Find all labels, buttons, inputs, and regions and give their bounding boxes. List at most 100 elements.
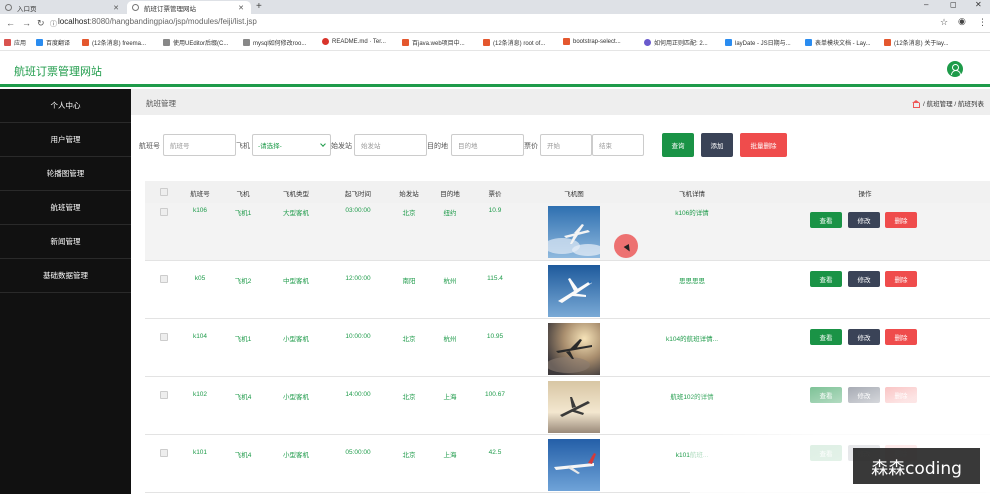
sidebar-item-flight-management[interactable]: 航班管理 bbox=[0, 191, 131, 225]
col-plane-image: 飞机图 bbox=[564, 191, 584, 198]
plane-image[interactable] bbox=[548, 439, 600, 491]
home-icon[interactable] bbox=[911, 99, 921, 108]
chevron-down-icon bbox=[320, 141, 326, 147]
bookmark-icon bbox=[82, 39, 89, 46]
destination-input[interactable]: 目的地 bbox=[451, 134, 524, 156]
table-row[interactable]: k104 飞机1 小型客机 10:00:00 北京 杭州 10.95 k104的… bbox=[145, 319, 990, 377]
bookmark-label: 百java.web项目中... bbox=[412, 41, 465, 47]
bookmark-item[interactable]: 使用UEditor后缀(C... bbox=[163, 38, 228, 47]
select-all-checkbox[interactable] bbox=[160, 188, 168, 196]
profile-icon[interactable]: ◉ bbox=[958, 16, 966, 27]
cell-origin: 南阳 bbox=[402, 278, 416, 285]
row-checkbox[interactable] bbox=[160, 449, 168, 457]
url-field[interactable]: localhost:8080/hangbandingpiao/jsp/modul… bbox=[58, 17, 257, 26]
col-plane-detail: 飞机详情 bbox=[679, 191, 705, 198]
bookmark-item[interactable]: 表单模块文档 - Lay... bbox=[805, 38, 871, 47]
price-start-input[interactable]: 开始 bbox=[540, 134, 592, 156]
browser-tab-active[interactable]: 航班订票管理网站 ✕ bbox=[127, 1, 251, 14]
row-checkbox[interactable] bbox=[160, 275, 168, 283]
tab-title: 入口页 bbox=[17, 5, 37, 13]
sidebar-item-news-management[interactable]: 新闻管理 bbox=[0, 225, 131, 259]
cell-flight-no: k102 bbox=[192, 391, 208, 398]
view-button[interactable]: 查看 bbox=[810, 212, 842, 228]
bookmark-icon bbox=[322, 38, 329, 45]
bookmark-icon bbox=[725, 39, 732, 46]
bookmark-item[interactable]: 百度翻译 bbox=[36, 38, 70, 47]
airplane-sunset-image bbox=[548, 381, 600, 433]
plane-image[interactable] bbox=[548, 323, 600, 375]
delete-button[interactable]: 删除 bbox=[885, 329, 917, 345]
info-icon[interactable]: ⓘ bbox=[50, 19, 57, 29]
delete-button[interactable]: 删除 bbox=[885, 271, 917, 287]
close-tab-icon[interactable]: ✕ bbox=[238, 4, 244, 12]
sidebar-item-user-management[interactable]: 用户管理 bbox=[0, 123, 131, 157]
bookmark-label: README.md · Ter... bbox=[332, 38, 386, 45]
close-tab-icon[interactable]: ✕ bbox=[113, 4, 119, 12]
site-brand[interactable]: 航班订票管理网站 bbox=[14, 63, 102, 79]
breadcrumb-path[interactable]: / 航班管理 / 航班列表 bbox=[923, 98, 984, 108]
bookmark-item[interactable]: bootstrap-select... bbox=[563, 38, 621, 45]
cell-price: 115.4 bbox=[487, 275, 503, 282]
batch-delete-button[interactable]: 批量删除 bbox=[740, 133, 787, 157]
forward-arrow-icon[interactable]: → bbox=[22, 18, 31, 28]
cell-plane-detail: 思思思思 bbox=[679, 278, 705, 285]
bookmark-item[interactable]: (12条消息) 关于lay... bbox=[884, 38, 949, 47]
bookmark-item[interactable]: 百java.web项目中... bbox=[402, 38, 465, 47]
sidebar-item-personal-center[interactable]: 个人中心 bbox=[0, 89, 131, 123]
origin-input[interactable]: 始发站 bbox=[354, 134, 427, 156]
bookmark-label: (12条消息) 关于lay... bbox=[894, 41, 949, 47]
flight-no-input[interactable]: 航班号 bbox=[163, 134, 236, 156]
plane-image[interactable] bbox=[548, 206, 600, 258]
cell-flight-no: k05 bbox=[194, 275, 206, 282]
search-button[interactable]: 查询 bbox=[662, 133, 694, 157]
bookmark-label: 使用UEditor后缀(C... bbox=[173, 41, 229, 47]
menu-dots-icon[interactable]: ⋮ bbox=[978, 17, 987, 28]
price-end-input[interactable]: 结束 bbox=[592, 134, 644, 156]
cell-plane-type: 小型客机 bbox=[283, 394, 309, 401]
row-checkbox[interactable] bbox=[160, 333, 168, 341]
table-row[interactable]: k106 飞机1 大型客机 03:00:00 北京 纽约 10.9 k106的详… bbox=[145, 203, 990, 261]
cell-plane-type: 小型客机 bbox=[283, 336, 309, 343]
sidebar-item-label: 航班管理 bbox=[50, 203, 81, 212]
bookmark-item[interactable]: 应用 bbox=[4, 38, 26, 47]
reload-icon[interactable]: ↻ bbox=[37, 18, 45, 29]
user-avatar-icon[interactable] bbox=[947, 61, 963, 77]
add-button[interactable]: 添加 bbox=[701, 133, 733, 157]
row-checkbox[interactable] bbox=[160, 391, 168, 399]
edit-button[interactable]: 修改 bbox=[848, 271, 880, 287]
bookmark-label: 百度翻译 bbox=[46, 41, 71, 47]
new-tab-button[interactable]: + bbox=[256, 1, 262, 12]
plane-image[interactable] bbox=[548, 381, 600, 433]
bookmark-label: layDate - JS日期与... bbox=[735, 41, 791, 47]
view-button[interactable]: 查看 bbox=[810, 271, 842, 287]
bookmark-item[interactable]: (12条消息) root of... bbox=[483, 38, 545, 47]
close-window-icon[interactable]: ✕ bbox=[975, 0, 982, 9]
back-arrow-icon[interactable]: ← bbox=[6, 18, 15, 28]
view-button[interactable]: 查看 bbox=[810, 329, 842, 345]
star-icon[interactable]: ☆ bbox=[940, 17, 948, 28]
plane-select[interactable]: -请选择- bbox=[252, 134, 331, 156]
edit-button[interactable]: 修改 bbox=[848, 212, 880, 228]
sidebar-item-carousel-management[interactable]: 轮播图管理 bbox=[0, 157, 131, 191]
cell-destination: 杭州 bbox=[443, 336, 457, 343]
plane-image[interactable] bbox=[548, 265, 600, 317]
bookmark-item[interactable]: (12条消息) freema... bbox=[82, 38, 146, 47]
browser-tab-entry[interactable]: 入口页 ✕ bbox=[0, 1, 126, 14]
url-host: localhost bbox=[58, 17, 90, 26]
edit-button[interactable]: 修改 bbox=[848, 329, 880, 345]
maximize-icon[interactable]: ◻ bbox=[950, 0, 957, 9]
table-row[interactable]: k05 飞机2 中型客机 12:00:00 南阳 杭州 115.4 思思思思 查… bbox=[145, 261, 990, 319]
bookmark-item[interactable]: README.md · Ter... bbox=[322, 38, 386, 45]
bookmark-icon bbox=[884, 39, 891, 46]
minimize-icon[interactable]: – bbox=[924, 0, 928, 9]
sidebar-item-basic-data-management[interactable]: 基础数据管理 bbox=[0, 259, 131, 293]
bookmark-item[interactable]: 如何用正则匹配: 2... bbox=[644, 38, 708, 47]
bookmark-item[interactable]: layDate - JS日期与... bbox=[725, 38, 791, 47]
col-origin: 始发站 bbox=[399, 191, 419, 198]
destination-label: 目的地 bbox=[427, 143, 448, 150]
cell-departure-time: 12:00:00 bbox=[345, 275, 371, 282]
row-checkbox[interactable] bbox=[160, 208, 168, 216]
bookmark-item[interactable]: mysql如何修改roo... bbox=[243, 38, 306, 47]
cell-departure-time: 14:00:00 bbox=[345, 391, 371, 398]
delete-button[interactable]: 删除 bbox=[885, 212, 917, 228]
